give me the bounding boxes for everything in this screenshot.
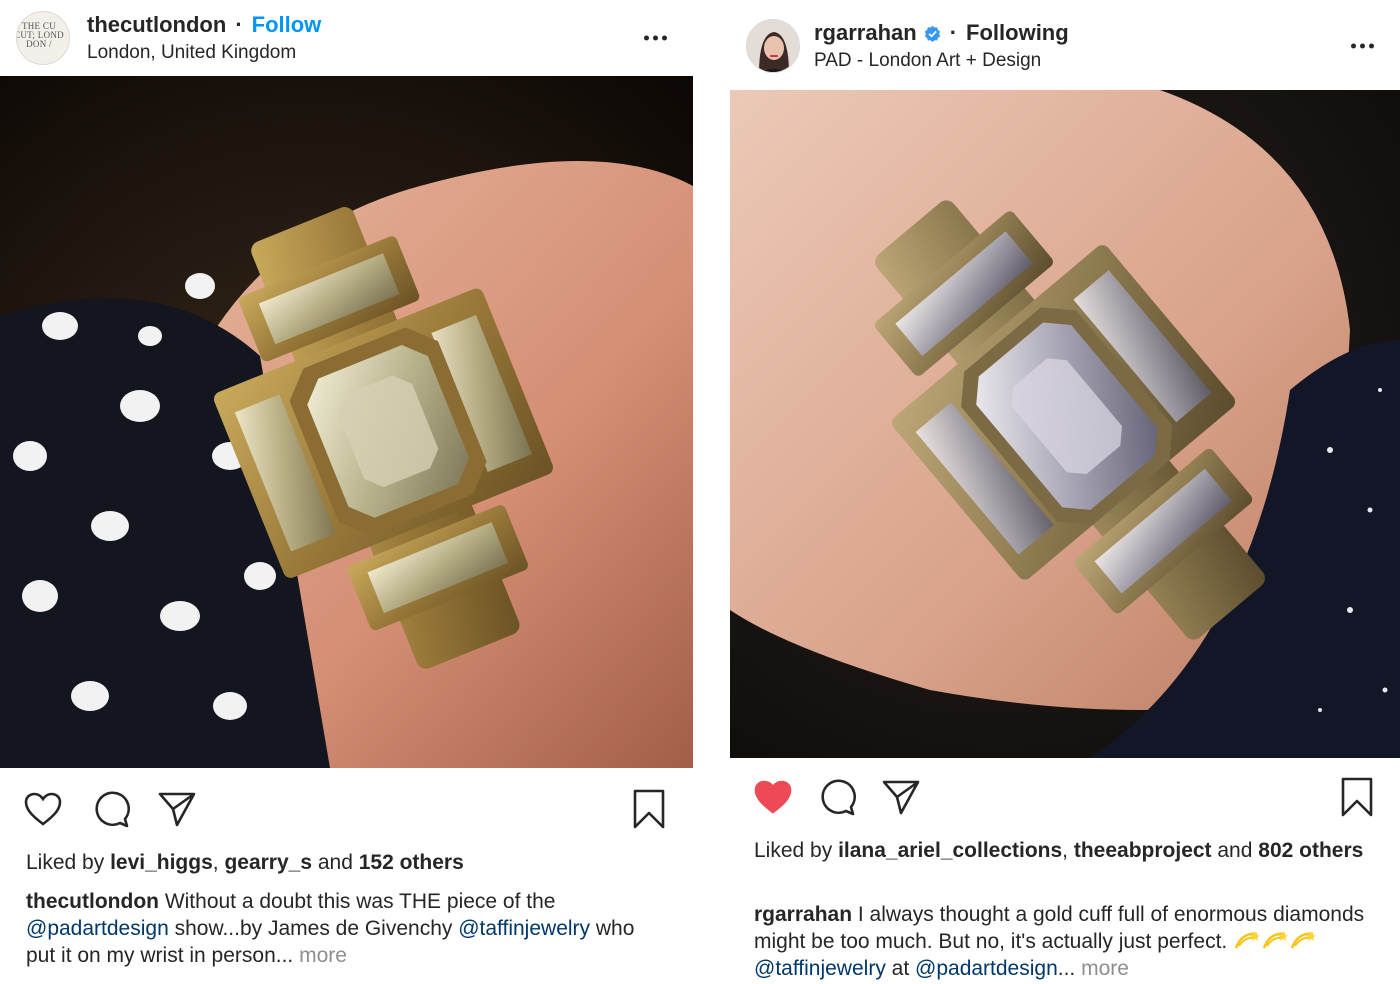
caption: thecutlondon Without a doubt this was TH… (26, 888, 666, 969)
heart-icon[interactable] (20, 784, 66, 834)
mention-link[interactable]: @padartdesign (26, 917, 169, 940)
more-link[interactable]: more (299, 944, 347, 967)
mention-link[interactable]: @taffinjewelry (458, 917, 590, 940)
avatar-logo-text: THE CU CUT; LOND DON / (16, 20, 64, 49)
mention-link[interactable]: @taffinjewelry (754, 957, 886, 980)
caption-author[interactable]: thecutlondon (26, 890, 159, 913)
header-text: thecutlondon · Follow London, United Kin… (87, 12, 321, 64)
verified-badge-icon (924, 25, 941, 42)
post-header: rgarrahan · Following PAD - London Art +… (730, 14, 1400, 78)
more-link[interactable]: more (1081, 957, 1129, 980)
liker-link[interactable]: ilana_ariel_collections (838, 839, 1062, 862)
caption-text: ... (1057, 957, 1082, 980)
user-line: rgarrahan · Following (814, 20, 1069, 46)
share-icon[interactable] (878, 772, 924, 822)
username[interactable]: rgarrahan (814, 20, 917, 46)
username[interactable]: thecutlondon (87, 12, 226, 38)
avatar-portrait-image (747, 20, 799, 72)
caption-author[interactable]: rgarrahan (754, 903, 852, 926)
post-header: THE CU CUT; LOND DON / thecutlondon · Fo… (0, 0, 693, 76)
location-link[interactable]: PAD - London Art + Design (814, 50, 1069, 72)
likes-summary: Liked by levi_higgs, gearry_s and 152 ot… (26, 851, 464, 874)
caption-text: show...by James de Givenchy (168, 917, 459, 940)
action-bar (730, 772, 1400, 822)
follow-button[interactable]: Follow (252, 12, 322, 38)
caption-text: Without a doubt this was THE piece of th… (158, 890, 556, 913)
comment-icon[interactable] (88, 784, 134, 834)
dizzy-emoji-icon (1233, 929, 1261, 951)
header-text: rgarrahan · Following PAD - London Art +… (814, 20, 1069, 72)
bookmark-icon[interactable] (1334, 772, 1380, 822)
likes-summary: Liked by ilana_ariel_collections, theeab… (754, 839, 1364, 862)
photo-jewelry-cuff-image (0, 76, 693, 768)
post-photo[interactable] (730, 90, 1400, 758)
following-button[interactable]: Following (966, 20, 1069, 46)
likes-count-link[interactable]: 152 others (359, 851, 464, 874)
dizzy-emoji-icon (1261, 929, 1289, 951)
location-link[interactable]: London, United Kingdom (87, 42, 321, 64)
post-photo[interactable] (0, 76, 693, 768)
action-bar (0, 784, 693, 834)
user-line: thecutlondon · Follow (87, 12, 321, 38)
comment-icon[interactable] (814, 772, 860, 822)
gutter (693, 0, 730, 984)
heart-icon[interactable] (750, 772, 796, 822)
likes-count-link[interactable]: 802 others (1258, 839, 1363, 862)
liker-link[interactable]: gearry_s (224, 851, 312, 874)
caption-text: at (885, 957, 916, 980)
separator-dot: · (235, 12, 243, 37)
bookmark-icon[interactable] (626, 784, 672, 834)
share-icon[interactable] (154, 784, 200, 834)
liker-link[interactable]: theeabproject (1074, 839, 1212, 862)
post-rgarrahan: rgarrahan · Following PAD - London Art +… (730, 0, 1400, 984)
more-options-icon[interactable] (644, 35, 667, 41)
avatar[interactable] (746, 19, 800, 73)
mention-link[interactable]: @padartdesign (915, 957, 1058, 980)
avatar[interactable]: THE CU CUT; LOND DON / (16, 11, 70, 65)
caption: rgarrahan I always thought a gold cuff f… (754, 901, 1384, 982)
post-thecutlondon: THE CU CUT; LOND DON / thecutlondon · Fo… (0, 0, 693, 984)
liker-link[interactable]: levi_higgs (110, 851, 213, 874)
separator-dot: · (949, 20, 958, 45)
more-options-icon[interactable] (1351, 43, 1374, 49)
dizzy-emoji-icon (1289, 929, 1317, 951)
photo-jewelry-cuff-image (730, 90, 1400, 758)
